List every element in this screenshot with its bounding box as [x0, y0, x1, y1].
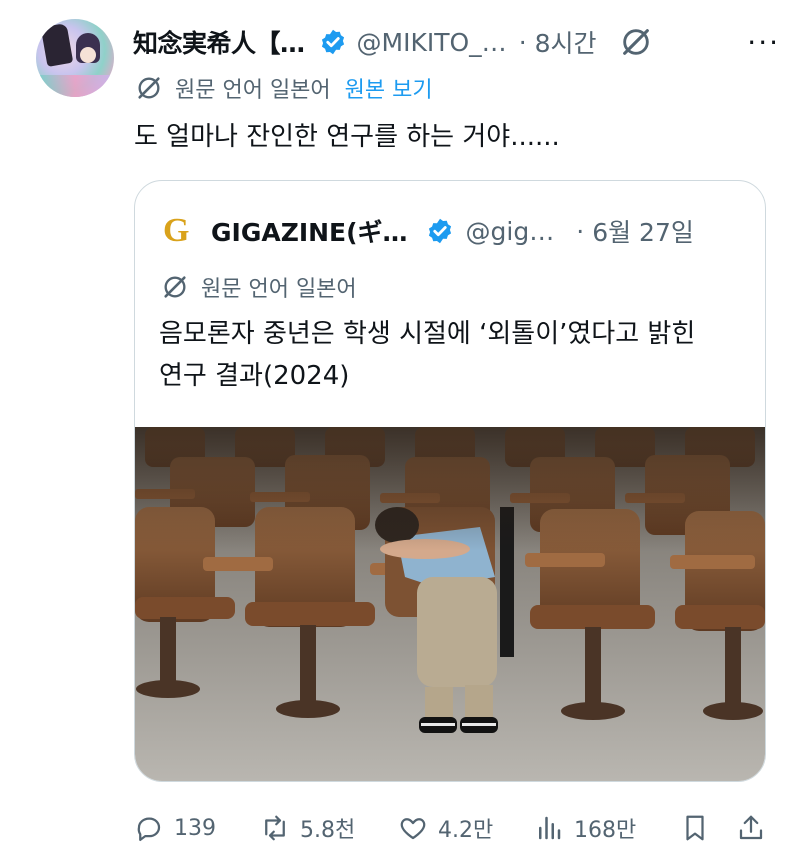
show-original-link[interactable]: 원본 보기 [345, 72, 433, 104]
quote-avatar-logo[interactable]: G [163, 212, 197, 250]
separator: · [518, 27, 527, 57]
retweet-button[interactable]: 5.8천 [260, 812, 398, 844]
views-icon [539, 816, 561, 840]
translation-label: 원문 언어 일본어 [201, 277, 357, 302]
share-button[interactable] [736, 813, 766, 843]
quote-author-name[interactable]: GIGAZINE(ギ… [211, 213, 408, 249]
views-count: 168만 [574, 818, 637, 843]
timestamp[interactable]: 8시간 [535, 24, 597, 60]
tweet-text: 도 얼마나 잔인한 연구를 하는 거야...... [134, 122, 560, 152]
quote-text-line: 음모론자 중년은 학생 시절에 ‘외톨이’였다고 밝힌 [159, 319, 696, 349]
more-icon[interactable]: ··· [747, 26, 780, 59]
tweet-header: 知念実希人【… @MIKITO_… · 8시간 ··· [133, 24, 780, 60]
translate-icon [138, 77, 160, 99]
share-icon [739, 815, 763, 840]
translation-note: 원문 언어 일본어 원본 보기 [135, 72, 433, 104]
quote-translation-note: 원문 언어 일본어 [161, 271, 357, 303]
retweet-icon [265, 815, 285, 841]
action-bar: 139 5.8천 4.2만 168만 [134, 808, 780, 848]
bookmark-icon [686, 815, 704, 841]
quote-text-line: 연구 결과(2024) [159, 361, 350, 391]
author-handle[interactable]: @MIKITO_… [357, 28, 507, 57]
bookmark-button[interactable] [680, 813, 736, 843]
views-button[interactable]: 168만 [534, 812, 680, 844]
quote-image[interactable] [135, 427, 765, 781]
separator: · [576, 216, 585, 246]
reply-button[interactable]: 139 [134, 813, 260, 843]
quote-author-handle[interactable]: @gig… [466, 217, 555, 246]
reply-icon [137, 817, 161, 841]
quote-header: G GIGAZINE(ギ… @gig… · 6월 27일 [163, 211, 741, 251]
like-icon [400, 818, 426, 840]
retweet-count: 5.8천 [300, 818, 356, 843]
verified-badge-icon [321, 29, 344, 55]
avatar[interactable] [36, 19, 114, 97]
quote-text: 음모론자 중년은 학생 시절에 ‘외톨이’였다고 밝힌 연구 결과(2024) [159, 313, 749, 397]
verified-badge-icon [428, 218, 451, 244]
like-button[interactable]: 4.2만 [398, 812, 534, 844]
quote-timestamp[interactable]: 6월 27일 [592, 213, 694, 249]
reply-count: 139 [174, 815, 216, 841]
quoted-tweet[interactable]: G GIGAZINE(ギ… @gig… · 6월 27일 원문 언어 일본어 음… [134, 180, 766, 782]
translate-icon [164, 276, 186, 298]
translation-label: 원문 언어 일본어 [175, 78, 331, 103]
author-name[interactable]: 知念実希人【… [133, 24, 305, 60]
classroom-photo [135, 427, 765, 781]
like-count: 4.2만 [438, 818, 494, 843]
grok-icon[interactable] [619, 25, 653, 59]
